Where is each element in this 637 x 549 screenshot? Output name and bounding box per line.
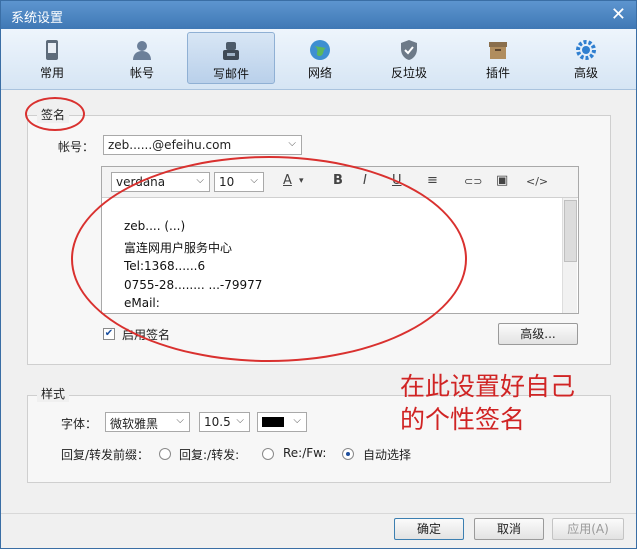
signature-text-area[interactable]: zeb.... (...) 富连网用户服务中心 Tel:1368......6 …: [102, 198, 562, 313]
style-font-select[interactable]: 微软雅黑 ⌵: [105, 412, 190, 432]
editor-font-value: verdana: [116, 175, 166, 189]
editor-size-select[interactable]: 10 ⌵: [214, 172, 264, 192]
title-bar: 系统设置 ✕: [1, 1, 636, 29]
user-icon: [133, 41, 151, 60]
bold-icon[interactable]: B: [333, 173, 343, 188]
chevron-down-icon: ⌵: [236, 415, 244, 426]
enable-signature-checkbox[interactable]: ✔: [103, 328, 115, 340]
signature-line: zeb.... (...): [124, 219, 186, 233]
style-size-value: 10.5: [204, 415, 231, 429]
tab-network[interactable]: 网络: [289, 32, 351, 84]
chevron-down-icon: ⌵: [293, 415, 301, 426]
account-value: zeb......@efeihu.com: [108, 138, 232, 152]
editor-scrollbar[interactable]: [562, 198, 577, 313]
signature-line: Tel:1368......6: [124, 259, 206, 273]
apply-button[interactable]: 应用(A): [552, 518, 624, 540]
tab-compose[interactable]: 写邮件: [187, 32, 275, 84]
radio-label: Re:/Fw:: [283, 446, 327, 460]
editor-font-select[interactable]: verdana ⌵: [111, 172, 210, 192]
tab-account[interactable]: 帐号: [111, 32, 173, 84]
code-icon[interactable]: </>: [526, 175, 548, 188]
align-icon[interactable]: ≡: [427, 173, 438, 188]
style-size-select[interactable]: 10.5 ⌵: [199, 412, 250, 432]
tab-label: 高级: [573, 66, 598, 80]
radio-label: 回复:/转发:: [179, 448, 240, 462]
shield-icon: [401, 40, 417, 60]
style-group-title: 样式: [37, 385, 70, 402]
close-icon[interactable]: ✕: [611, 4, 626, 25]
cancel-button[interactable]: 取消: [474, 518, 544, 540]
signature-group-title: 签名: [37, 106, 70, 123]
annotation-text: 在此设置好自己 的个性签名: [400, 370, 575, 436]
style-color-select[interactable]: ⌵: [257, 412, 307, 432]
radio-auto-select[interactable]: [342, 448, 354, 460]
window-title: 系统设置: [11, 11, 64, 26]
tab-label: 反垃圾: [390, 66, 427, 80]
tab-label: 插件: [485, 66, 510, 80]
signature-editor[interactable]: verdana ⌵ 10 ⌵ A ▾ B I U ≡ ⊂⊃ ▣ </> zeb.…: [101, 166, 579, 314]
account-select[interactable]: zeb......@efeihu.com ⌵: [103, 135, 302, 155]
settings-window: 系统设置 ✕ 常用 帐号 写邮件 网络 反垃圾 插件 高级 签名 帐号： zeb…: [0, 0, 637, 549]
globe-icon: [310, 40, 330, 60]
chevron-down-icon: ⌵: [176, 415, 184, 426]
font-label: 字体：: [61, 417, 98, 431]
italic-icon[interactable]: I: [363, 173, 367, 188]
box-icon: [489, 42, 507, 59]
underline-icon[interactable]: U: [392, 173, 402, 188]
chevron-down-icon: ⌵: [288, 138, 296, 149]
chevron-down-icon: ⌵: [250, 175, 258, 186]
signature-advanced-button[interactable]: 高级...: [498, 323, 578, 345]
scrollbar-thumb[interactable]: [564, 200, 577, 262]
write-mail-icon: [223, 42, 239, 60]
gear-icon: [576, 40, 596, 60]
tab-antispam[interactable]: 反垃圾: [378, 32, 440, 84]
link-icon[interactable]: ⊂⊃: [464, 175, 482, 188]
radio-re-fw[interactable]: [262, 448, 274, 460]
tab-advanced[interactable]: 高级: [555, 32, 617, 84]
font-color-icon[interactable]: A: [283, 173, 292, 188]
annotation-line: 的个性签名: [400, 405, 526, 434]
signature-line: 富连网用户服务中心: [124, 241, 233, 255]
image-icon[interactable]: ▣: [496, 173, 508, 188]
signature-line: eMail:: [124, 296, 160, 310]
tab-plugins[interactable]: 插件: [467, 32, 529, 84]
settings-toolbar: 常用 帐号 写邮件 网络 反垃圾 插件 高级: [1, 29, 636, 90]
editor-size-value: 10: [219, 175, 235, 189]
signature-line: 0755-28........ ...-79977: [124, 278, 263, 292]
enable-signature-label: 启用签名: [122, 328, 171, 342]
annotation-line: 在此设置好自己: [400, 372, 576, 401]
device-icon: [46, 40, 58, 60]
color-swatch: [262, 417, 284, 427]
tab-label: 网络: [307, 66, 332, 80]
reply-prefix-label: 回复/转发前缀：: [61, 448, 150, 462]
editor-toolbar: verdana ⌵ 10 ⌵ A ▾ B I U ≡ ⊂⊃ ▣ </>: [102, 167, 578, 198]
tab-label: 写邮件: [212, 67, 249, 81]
style-font-value: 微软雅黑: [110, 417, 159, 431]
radio-label: 自动选择: [363, 448, 412, 462]
tab-label: 帐号: [129, 66, 154, 80]
account-label: 帐号：: [58, 140, 95, 154]
tab-general[interactable]: 常用: [21, 32, 83, 84]
chevron-down-icon[interactable]: ▾: [299, 176, 304, 186]
radio-reply-forward[interactable]: [159, 448, 171, 460]
chevron-down-icon: ⌵: [196, 175, 204, 186]
ok-button[interactable]: 确定: [394, 518, 464, 540]
tab-label: 常用: [39, 66, 64, 80]
